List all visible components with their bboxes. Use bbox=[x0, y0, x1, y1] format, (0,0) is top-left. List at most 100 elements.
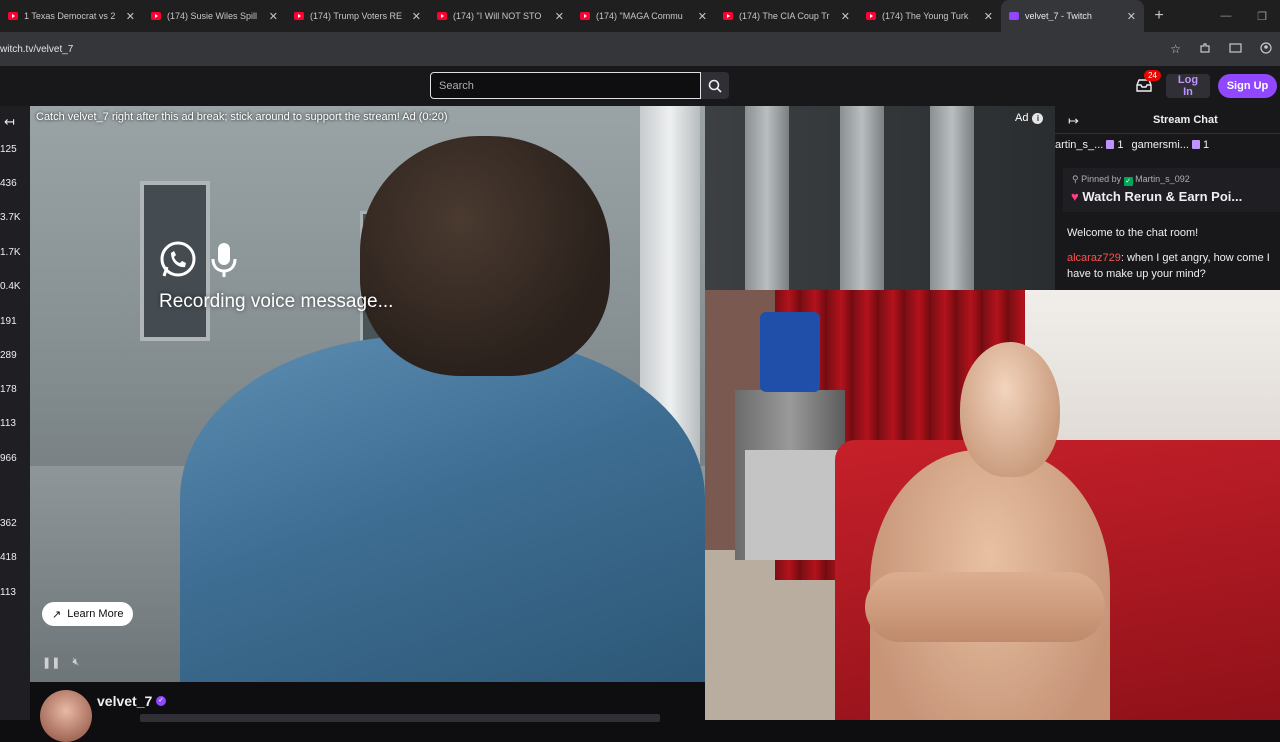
login-button[interactable]: Log In bbox=[1166, 74, 1210, 98]
verified-icon: ✓ bbox=[156, 696, 166, 706]
streamer-name[interactable]: velvet_7 bbox=[97, 693, 152, 709]
ad-break-notice: Catch velvet_7 right after this ad break… bbox=[36, 111, 448, 123]
twitch-icon bbox=[1009, 12, 1019, 20]
viewer-count[interactable]: 436 bbox=[0, 178, 17, 189]
search-box bbox=[430, 72, 701, 99]
streamer-arms bbox=[865, 572, 1105, 642]
close-tab-icon[interactable]: ✕ bbox=[1127, 10, 1136, 23]
browser-tab-strip: 1 Texas Democrat vs 2 ✕ (174) Susie Wiles… bbox=[0, 0, 1280, 32]
viewer-count[interactable]: 362 bbox=[0, 518, 17, 529]
close-tab-icon[interactable]: ✕ bbox=[698, 10, 707, 23]
ad-video-continuation bbox=[705, 106, 1055, 290]
video-player[interactable]: Catch velvet_7 right after this ad break… bbox=[30, 106, 705, 682]
new-tab-button[interactable]: + bbox=[1144, 7, 1174, 25]
chat-title: Stream Chat bbox=[1153, 114, 1218, 126]
youtube-icon bbox=[8, 12, 18, 20]
viewer-count[interactable]: 113 bbox=[0, 418, 16, 429]
chat-welcome: Welcome to the chat room! bbox=[1067, 227, 1199, 239]
stream-chat: ↦ Stream Chat artin_s_... 1 gamersmi... … bbox=[1055, 106, 1280, 290]
youtube-icon bbox=[866, 12, 876, 20]
browser-tab[interactable]: (174) Trump Voters RE ✕ bbox=[286, 0, 429, 32]
chat-header: ↦ Stream Chat bbox=[1055, 106, 1280, 134]
tab-title: velvet_7 - Twitch bbox=[1025, 11, 1092, 21]
overlay-icons bbox=[158, 240, 238, 280]
gifter-name: artin_s_... bbox=[1055, 139, 1104, 151]
search-button[interactable] bbox=[701, 72, 729, 99]
viewer-count[interactable]: 3.7K bbox=[0, 212, 21, 223]
profile-icon[interactable] bbox=[1260, 41, 1272, 57]
moderator-badge-icon: ✓ bbox=[1123, 177, 1133, 186]
pinned-message[interactable]: ⚲ Pinned by ✓ Martin_s_092 ♥ Watch Rerun… bbox=[1063, 168, 1280, 212]
gifter-entry[interactable]: gamersmi... 1 bbox=[1132, 139, 1210, 151]
url-field[interactable]: witch.tv/velvet_7 bbox=[0, 44, 1170, 55]
close-tab-icon[interactable]: ✕ bbox=[984, 10, 993, 23]
viewer-count[interactable]: 1.7K bbox=[0, 247, 21, 258]
channel-info-bar: velvet_7 ✓ bbox=[30, 682, 705, 742]
close-tab-icon[interactable]: ✕ bbox=[555, 10, 564, 23]
browser-tab[interactable]: (174) The CIA Coup Tr ✕ bbox=[715, 0, 858, 32]
building-pillar bbox=[840, 106, 884, 290]
youtube-icon bbox=[294, 12, 304, 20]
streamer-head bbox=[960, 342, 1060, 477]
chat-message: alcaraz729: when I get angry, how come I… bbox=[1067, 250, 1280, 282]
tab-title: (174) "MAGA Commu bbox=[596, 11, 683, 21]
viewer-count[interactable]: 966 bbox=[0, 453, 17, 464]
browser-tab[interactable]: 1 Texas Democrat vs 2 ✕ bbox=[0, 0, 143, 32]
extensions-icon[interactable] bbox=[1199, 42, 1211, 57]
mute-icon[interactable]: 🔇︎ bbox=[72, 656, 79, 669]
collapse-chat-icon[interactable]: ↦ bbox=[1068, 113, 1079, 129]
notification-badge: 24 bbox=[1144, 70, 1161, 81]
viewer-count[interactable]: 191 bbox=[0, 316, 17, 327]
streamer-avatar[interactable] bbox=[40, 690, 92, 742]
tab-title: (174) Trump Voters RE bbox=[310, 11, 403, 21]
pinned-message-text: ♥ Watch Rerun & Earn Poi... bbox=[1071, 189, 1242, 204]
browser-tab[interactable]: (174) Susie Wiles Spill ✕ bbox=[143, 0, 286, 32]
bookmark-star-icon[interactable]: ☆ bbox=[1170, 42, 1181, 57]
pause-icon[interactable]: ❚❚ bbox=[42, 656, 60, 669]
gifter-name: gamersmi... bbox=[1131, 139, 1189, 151]
pinned-by-user: Martin_s_092 bbox=[1135, 174, 1190, 184]
expand-sidebar-icon[interactable]: ↤ bbox=[4, 114, 15, 130]
gifter-entry[interactable]: artin_s_... 1 bbox=[1055, 139, 1124, 151]
chat-username[interactable]: alcaraz729 bbox=[1067, 252, 1121, 264]
window-controls: — ❐ bbox=[1208, 0, 1280, 32]
gift-icon bbox=[1192, 140, 1201, 149]
viewer-count[interactable]: 125 bbox=[0, 144, 17, 155]
cast-icon[interactable] bbox=[1229, 42, 1242, 57]
restore-icon[interactable]: ❐ bbox=[1244, 10, 1280, 23]
search-input[interactable] bbox=[431, 73, 700, 98]
info-icon[interactable]: i bbox=[1032, 112, 1044, 124]
youtube-icon bbox=[151, 12, 161, 20]
minimize-icon[interactable]: — bbox=[1208, 10, 1244, 22]
browser-tab[interactable]: (174) "MAGA Commu ✕ bbox=[572, 0, 715, 32]
search-icon bbox=[708, 79, 722, 93]
gift-count: 1 bbox=[1117, 139, 1124, 151]
learn-more-button[interactable]: ↗ Learn More bbox=[42, 602, 134, 626]
viewer-count[interactable]: 418 bbox=[0, 552, 17, 563]
close-tab-icon[interactable]: ✕ bbox=[126, 10, 135, 23]
address-bar-actions: ☆ bbox=[1170, 42, 1280, 57]
browser-tab-active[interactable]: velvet_7 - Twitch ✕ bbox=[1001, 0, 1144, 32]
tab-title: (174) The CIA Coup Tr bbox=[739, 11, 830, 21]
browser-tab[interactable]: (174) "I Will NOT STO ✕ bbox=[429, 0, 572, 32]
signup-button[interactable]: Sign Up bbox=[1218, 74, 1277, 98]
player-controls: ❚❚ 🔇︎ bbox=[42, 656, 79, 669]
viewer-count[interactable]: 178 bbox=[0, 384, 17, 395]
person-head bbox=[360, 136, 610, 376]
close-tab-icon[interactable]: ✕ bbox=[412, 10, 421, 23]
whatsapp-icon bbox=[160, 241, 196, 277]
viewer-count[interactable]: 0.4K bbox=[0, 281, 21, 292]
close-tab-icon[interactable]: ✕ bbox=[269, 10, 278, 23]
learn-more-label: Learn More bbox=[67, 608, 124, 620]
ad-label: Ad i bbox=[1015, 112, 1044, 124]
close-tab-icon[interactable]: ✕ bbox=[841, 10, 850, 23]
gift-count: 1 bbox=[1203, 139, 1210, 151]
heart-icon: ♥ bbox=[1071, 189, 1079, 204]
viewer-count[interactable]: 289 bbox=[0, 350, 17, 361]
tab-title: (174) Susie Wiles Spill bbox=[167, 11, 258, 21]
viewer-count[interactable]: 113 bbox=[0, 587, 16, 598]
gift-leaderboard: artin_s_... 1 gamersmi... 1 bbox=[1055, 139, 1209, 151]
stream-title bbox=[140, 714, 660, 722]
tab-title: 1 Texas Democrat vs 2 bbox=[24, 11, 116, 21]
browser-tab[interactable]: (174) The Young Turk ✕ bbox=[858, 0, 1001, 32]
